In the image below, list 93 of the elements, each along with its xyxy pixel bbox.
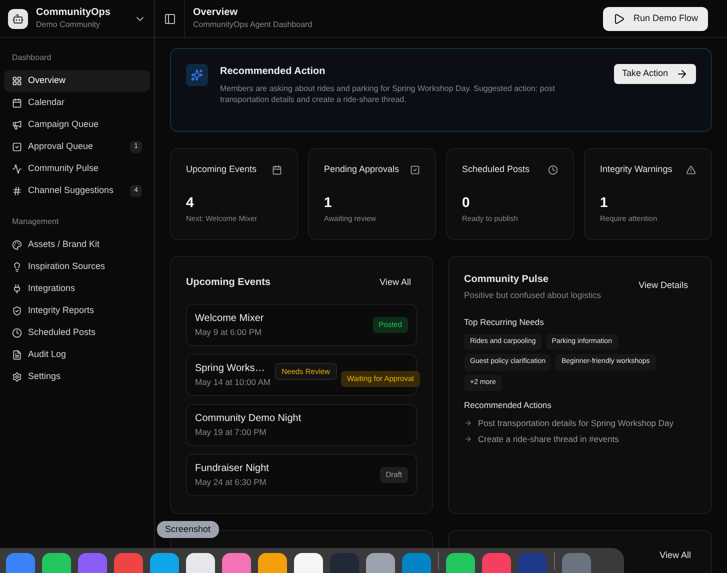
- stat-value: 1: [600, 194, 609, 208]
- page-title: Overview: [193, 7, 238, 20]
- grid-icon: [12, 76, 22, 86]
- lightbulb-icon: [12, 262, 22, 272]
- run-demo-button[interactable]: Run Demo Flow: [603, 6, 708, 30]
- section-heading: Dashboard: [11, 52, 52, 64]
- nav-item[interactable]: Assets / Brand Kit: [4, 234, 150, 256]
- plug-icon: [12, 284, 22, 294]
- arrow-right-icon: [464, 434, 472, 443]
- nav-label: Settings: [28, 370, 62, 384]
- view-all-link[interactable]: View All: [660, 549, 691, 562]
- arrow-right-icon: [676, 68, 688, 80]
- nav-label: Audit Log: [28, 348, 68, 362]
- view-all-link[interactable]: View All: [380, 276, 411, 290]
- nav-label: Scheduled Posts: [28, 326, 97, 340]
- event-date: May 24 at 6:30 PM: [195, 476, 268, 489]
- warning-icon: [686, 164, 696, 175]
- event-date: May 19 at 7:00 PM: [195, 426, 268, 439]
- event-name: Fundraiser Night: [195, 462, 270, 476]
- nav-label: Campaign Queue: [28, 118, 100, 132]
- shield-icon: [12, 306, 22, 316]
- nav-label: Channel Suggestions: [28, 184, 115, 198]
- page-subtitle: CommunityOps Agent Dashboard: [193, 20, 314, 30]
- card-text: Members are asking about rides and parking for Spring Workshop Day. Suggested action: post transportation details and create a ride-share thread.: [220, 83, 556, 105]
- workspace-name: CommunityOps: [36, 7, 112, 20]
- nav-item[interactable]: Integrity Reports: [4, 300, 150, 322]
- stat-title: Scheduled Posts: [462, 163, 530, 176]
- workspace-subtitle: Demo Community: [36, 20, 102, 30]
- clock-icon: [548, 164, 558, 175]
- nav-item[interactable]: Overview: [4, 70, 150, 92]
- event-date: May 9 at 6:00 PM: [195, 326, 263, 339]
- event-date: May 14 at 10:00 AM: [195, 376, 271, 389]
- event-name: Spring Works…: [195, 362, 266, 376]
- nav-label: Overview: [28, 74, 67, 88]
- stat-title: Integrity Warnings: [600, 163, 672, 176]
- section-heading: Top Recurring Needs: [464, 316, 545, 328]
- palette-icon: [12, 240, 22, 250]
- app-icon[interactable]: [446, 553, 475, 573]
- app-icon[interactable]: [186, 553, 215, 573]
- nav-label: Integrity Reports: [28, 304, 96, 318]
- sparkles-icon: [191, 69, 203, 81]
- robot-icon: [12, 12, 24, 24]
- settings-icon: [12, 372, 22, 382]
- section-heading: Management: [11, 216, 60, 228]
- nav-item[interactable]: Campaign Queue: [4, 114, 150, 136]
- sidebar-toggle-icon[interactable]: [164, 12, 176, 24]
- view-details-link[interactable]: View Details: [638, 279, 688, 292]
- nav-label: Calendar: [28, 96, 66, 110]
- checkbox-icon: [410, 164, 420, 175]
- app-icon[interactable]: [294, 553, 323, 573]
- action-item: Create a ride-share thread in #events: [478, 432, 619, 446]
- nav-item[interactable]: Inspiration Sources: [4, 256, 150, 278]
- nav-item[interactable]: Settings: [4, 366, 150, 388]
- take-action-button[interactable]: Take Action: [614, 64, 696, 84]
- nav-label: Inspiration Sources: [28, 260, 106, 274]
- nav-label: Assets / Brand Kit: [28, 238, 101, 252]
- app-icon[interactable]: [42, 553, 71, 573]
- nav-item[interactable]: Calendar: [4, 92, 150, 114]
- arrow-right-icon: [464, 419, 472, 428]
- stat-value: 0: [462, 194, 471, 208]
- event-row[interactable]: Community Demo Night May 19 at 7:00 PM: [186, 404, 417, 446]
- app-icon[interactable]: [222, 553, 251, 573]
- dock-tooltip: Screenshot: [157, 521, 219, 538]
- stat-title: Pending Approvals: [324, 163, 400, 176]
- nav-item[interactable]: Integrations: [4, 278, 150, 300]
- calendar-icon: [272, 164, 282, 175]
- card-title: Upcoming Events: [186, 276, 270, 290]
- pulse-icon: [12, 164, 22, 174]
- hash-icon: [12, 186, 22, 196]
- play-icon: [613, 12, 626, 24]
- calendar-icon: [12, 98, 22, 108]
- event-name: Community Demo Night: [195, 412, 302, 426]
- stat-value: 1: [324, 194, 333, 208]
- card-title: Community Pulse: [464, 273, 550, 287]
- stat-value: 4: [186, 194, 195, 208]
- app-icon[interactable]: [258, 553, 287, 573]
- card-title: Recommended Action: [220, 65, 326, 79]
- card-subtitle: Positive but confused about logistics: [464, 289, 602, 302]
- nav-label: Community Pulse: [28, 162, 100, 176]
- nav-label: Integrations: [28, 282, 76, 296]
- nav-item[interactable]: Audit Log: [4, 344, 150, 366]
- nav-item[interactable]: Scheduled Posts: [4, 322, 150, 344]
- stat-title: Upcoming Events: [186, 163, 257, 176]
- action-item: Post transportation details for Spring Workshop Day: [478, 416, 674, 430]
- app-icon[interactable]: [366, 553, 395, 573]
- nav-item[interactable]: Community Pulse: [4, 158, 150, 180]
- megaphone-icon: [12, 120, 22, 130]
- checkbox-icon: [12, 142, 22, 152]
- section-heading: Recommended Actions: [464, 399, 552, 412]
- document-icon: [12, 350, 22, 360]
- clock-icon: [12, 328, 22, 338]
- nav-label: Approval Queue: [28, 140, 94, 154]
- event-name: Welcome Mixer: [195, 312, 265, 326]
